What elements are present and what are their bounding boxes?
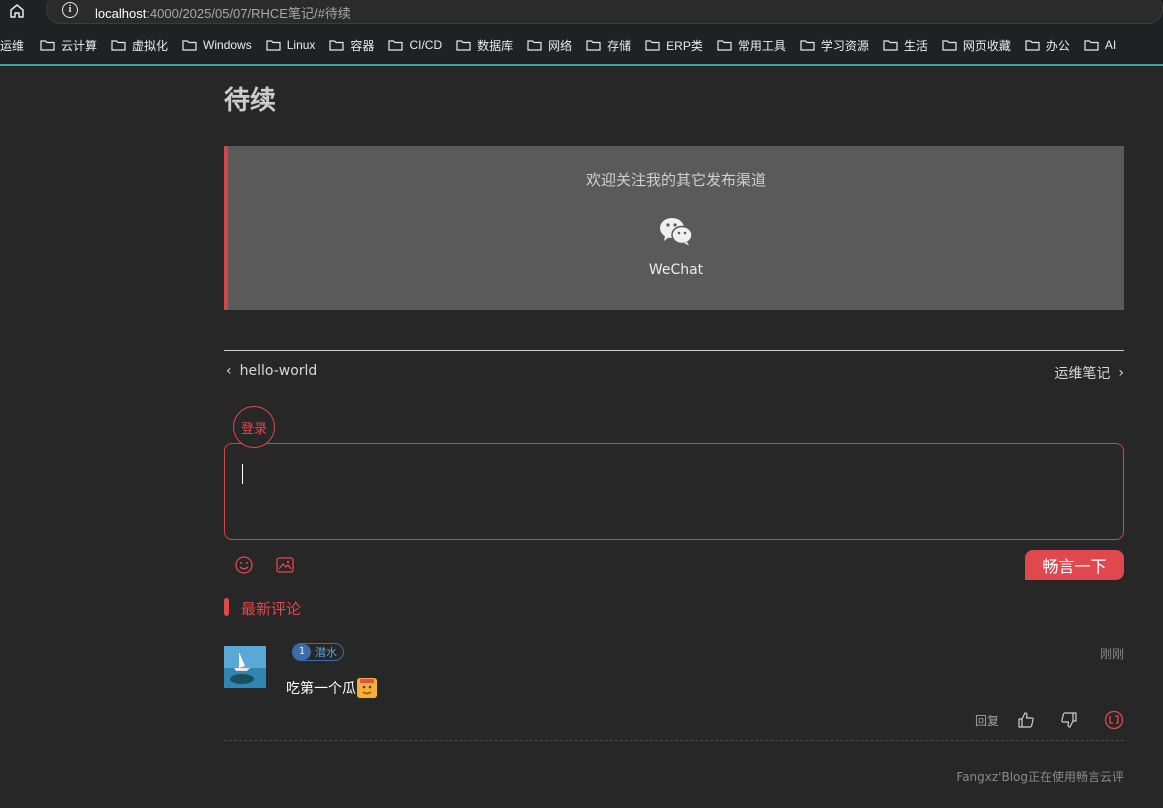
folder-icon [1025, 40, 1040, 51]
bookmark-item[interactable]: 网络 [527, 37, 572, 54]
site-info-icon[interactable]: i [62, 2, 78, 18]
prev-post-link[interactable]: ‹ hello-world [226, 363, 317, 379]
next-post-link[interactable]: 运维笔记 › [1054, 363, 1124, 383]
bookmark-label: 办公 [1045, 38, 1070, 53]
bookmark-label: CI/CD [409, 38, 443, 52]
bookmark-item[interactable]: 容器 [329, 37, 374, 54]
folder-icon [388, 40, 404, 51]
stamp-icon[interactable] [1104, 710, 1124, 730]
user-level-badge: 1 潜水 [292, 643, 344, 661]
thumbs-up-icon[interactable] [1017, 711, 1035, 729]
folder-icon [800, 40, 815, 51]
bookmark-item[interactable]: CI/CD [388, 38, 442, 52]
bookmark-item[interactable]: 办公 [1025, 37, 1070, 54]
login-button[interactable]: 登录 [233, 406, 275, 448]
bookmark-item[interactable]: Windows [182, 38, 252, 52]
section-heading: 待续 [224, 86, 277, 116]
latest-comments-title: 最新评论 [241, 600, 302, 618]
bookmark-label: ERP类 [666, 38, 703, 53]
folder-icon [329, 40, 345, 51]
url-text[interactable]: localhost:4000/2025/05/07/RHCE笔记/#待续 [95, 3, 351, 22]
bookmark-item[interactable]: 数据库 [456, 37, 513, 54]
folder-icon [586, 40, 601, 51]
wechat-label[interactable]: WeChat [228, 262, 1124, 278]
comment-text: 吃第一个瓜 [286, 681, 356, 697]
folder-icon [1084, 40, 1099, 51]
folder-icon [111, 40, 126, 51]
bookmark-label: Linux [286, 38, 316, 52]
text-cursor [242, 464, 243, 484]
emoji-icon[interactable] [234, 555, 254, 575]
bookmark-label: AI [1104, 38, 1117, 52]
folder-icon [182, 40, 197, 51]
home-icon[interactable] [6, 0, 28, 22]
eating-melon-emoji-icon [357, 678, 377, 698]
bookmark-label: 数据库 [477, 38, 514, 53]
reply-button[interactable]: 回复 [975, 712, 999, 729]
image-icon[interactable] [275, 555, 295, 575]
bookmark-label: 网页收藏 [962, 38, 1011, 53]
bookmark-item[interactable]: Linux [266, 38, 316, 52]
bookmark-label: 容器 [350, 38, 375, 53]
bookmark-item[interactable]: 云计算 [40, 37, 97, 54]
next-post-title: 运维笔记 [1054, 366, 1111, 382]
folder-icon [266, 40, 281, 51]
comment-separator [224, 740, 1124, 741]
folder-icon [717, 40, 732, 51]
comment-input[interactable] [224, 443, 1124, 540]
bookmark-label: 网络 [548, 38, 573, 53]
bookmark-item[interactable]: 生活 [883, 37, 928, 54]
level-number: 1 [293, 644, 311, 660]
folder-icon [456, 40, 471, 51]
submit-comment-button[interactable]: 畅言一下 [1025, 550, 1124, 580]
chevron-left-icon: ‹ [226, 363, 232, 379]
wechat-icon[interactable] [659, 216, 693, 246]
bookmark-item[interactable]: 虚拟化 [111, 37, 168, 54]
folder-icon [942, 40, 957, 51]
bookmark-item[interactable]: 常用工具 [717, 37, 786, 54]
bookmark-item[interactable]: 运维 [0, 37, 24, 54]
bookmark-label: 存储 [607, 38, 632, 53]
channels-title: 欢迎关注我的其它发布渠道 [585, 171, 766, 189]
bookmark-item[interactable]: 学习资源 [800, 37, 869, 54]
bookmark-item[interactable]: AI [1084, 38, 1116, 52]
folder-icon [645, 40, 660, 51]
bookmark-item[interactable]: 网页收藏 [942, 37, 1011, 54]
url-path: :4000/2025/05/07/RHCE笔记/#待续 [146, 6, 351, 21]
latest-accent-bar [224, 598, 229, 616]
browser-address-bar: i localhost:4000/2025/05/07/RHCE笔记/#待续 [0, 0, 1163, 26]
bookmark-label: 生活 [903, 38, 928, 53]
bookmark-label: 学习资源 [820, 38, 869, 53]
bookmark-item[interactable]: 存储 [586, 37, 631, 54]
folder-icon [40, 40, 55, 51]
comment-timestamp: 刚刚 [1099, 647, 1124, 661]
prev-post-title: hello-world [239, 363, 318, 379]
level-label: 潜水 [315, 646, 337, 659]
folder-icon [527, 40, 542, 51]
chevron-right-icon: › [1118, 365, 1124, 381]
bookmark-label: 虚拟化 [132, 38, 169, 53]
powered-by-text[interactable]: Fangxz'Blog正在使用畅言云评 [956, 768, 1124, 785]
bookmark-label: 常用工具 [737, 38, 786, 53]
thumbs-down-icon[interactable] [1060, 711, 1078, 729]
bookmark-label: 云计算 [61, 38, 98, 53]
url-host: localhost [95, 6, 147, 21]
bookmarks-bar: 运维 云计算 虚拟化 Windows Linux 容器 CI/CD 数据库 网络… [0, 26, 1163, 64]
publish-channels-panel: 欢迎关注我的其它发布渠道 WeChat [224, 146, 1124, 310]
post-nav-divider [224, 350, 1124, 351]
header-accent-line [0, 64, 1163, 66]
comment-body: 吃第一个瓜 [286, 678, 377, 698]
bookmark-item[interactable]: ERP类 [645, 37, 703, 54]
bookmark-label: Windows [203, 38, 252, 52]
avatar[interactable] [224, 646, 266, 688]
folder-icon [883, 40, 898, 51]
